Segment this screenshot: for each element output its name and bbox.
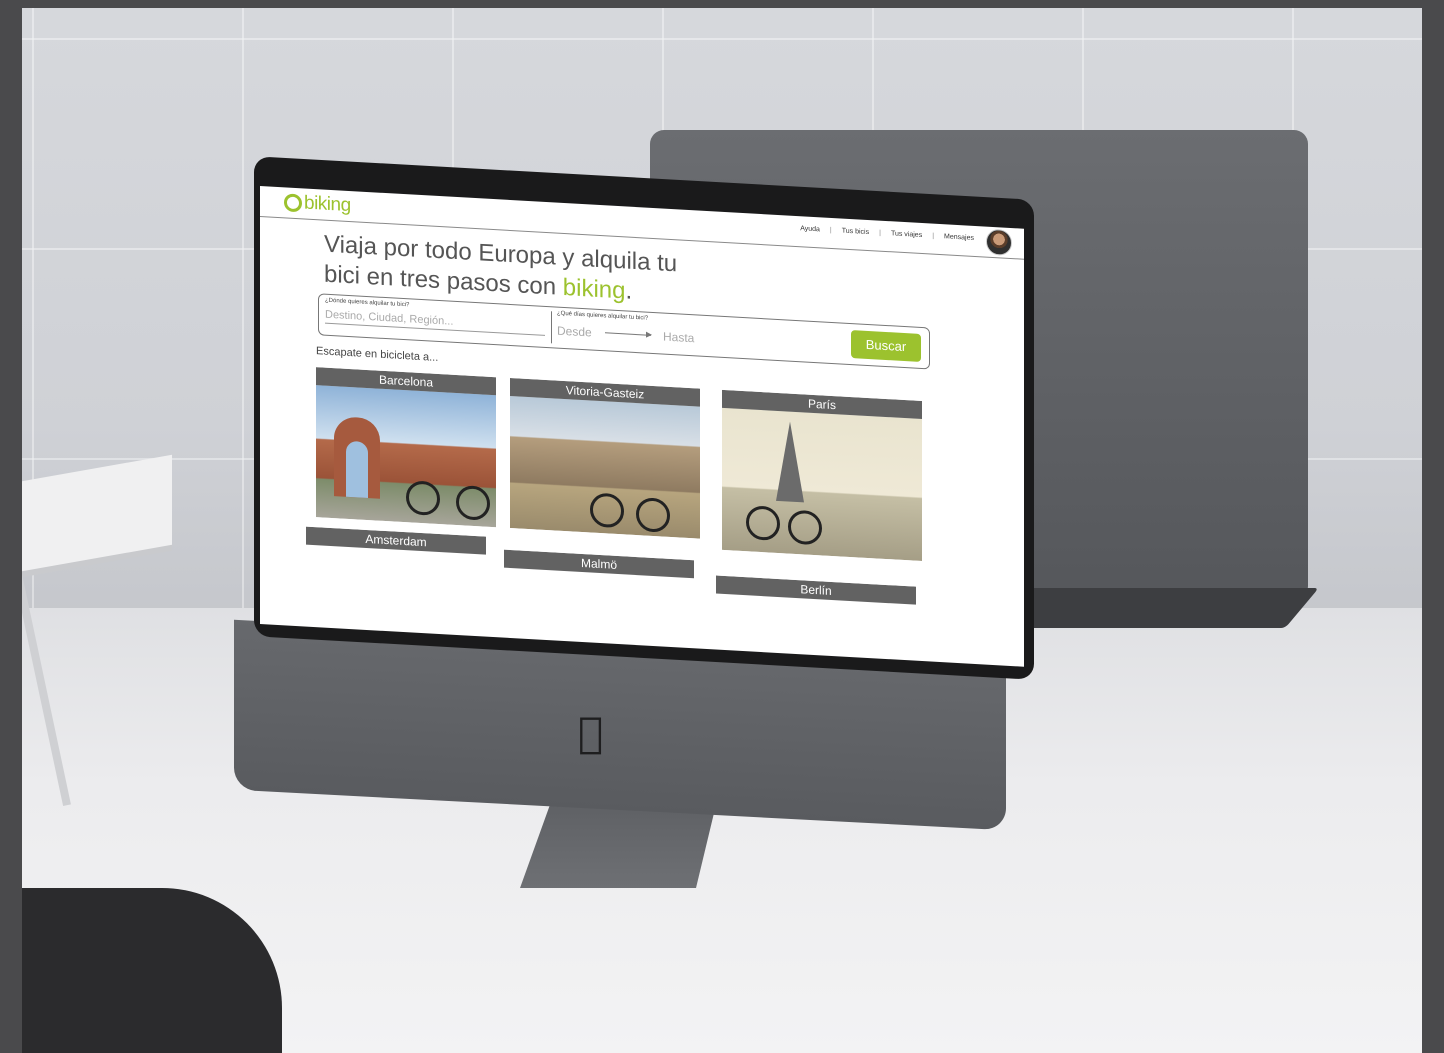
destination-card-vitoria[interactable]: Vitoria-Gasteiz [510, 377, 700, 539]
where-label: ¿Dónde quieres alquilar tu bici? [325, 297, 410, 309]
vitoria-image [510, 395, 700, 539]
destination-card-amsterdam[interactable]: Amsterdam [306, 526, 486, 567]
paris-image [722, 407, 922, 562]
to-date-input[interactable]: Hasta [663, 330, 694, 346]
nav-tus-bicis[interactable]: Tus bicis [842, 228, 869, 237]
search-button[interactable]: Buscar [851, 330, 921, 362]
apple-logo-icon:  [578, 708, 603, 757]
bicycle-wheel [590, 492, 624, 529]
destination-card-berlin[interactable]: Berlín [716, 575, 916, 616]
destination-card-paris[interactable]: París [722, 389, 922, 562]
card-title: Berlín [716, 575, 916, 605]
logo-icon [284, 193, 302, 213]
bicycle-wheel [406, 480, 440, 517]
nav-separator: | [932, 232, 935, 240]
nav-separator: | [829, 226, 832, 234]
card-title: Amsterdam [306, 526, 486, 555]
bicycle-wheel [456, 484, 490, 521]
bicycle-wheel [636, 497, 670, 533]
dates-label: ¿Qué días quieres alquilar tu bici? [557, 310, 649, 322]
bicycle-wheel [746, 505, 780, 542]
arrow-right-icon [605, 332, 651, 336]
destination-input[interactable]: Destino, Ciudad, Región... [325, 308, 545, 336]
imac-screen: biking Ayuda | Tus bicis | Tus viajes | … [260, 186, 1024, 667]
barcelona-image [316, 385, 496, 528]
nav-separator: | [879, 229, 881, 237]
destination-card-barcelona[interactable]: Barcelona [316, 367, 496, 528]
top-nav: Ayuda | Tus bicis | Tus viajes | Mensaje… [800, 225, 974, 242]
section-title: Escapate en bicicleta a... [316, 345, 439, 364]
eiffel-tower [776, 420, 804, 503]
hero-brand: biking [562, 273, 626, 305]
destination-card-malmo[interactable]: Malmö [504, 549, 694, 591]
search-divider [551, 311, 552, 344]
background-keyboard [995, 588, 1319, 628]
biking-logo[interactable]: biking [284, 191, 351, 217]
user-avatar[interactable] [986, 228, 1012, 257]
nav-mensajes[interactable]: Mensajes [944, 233, 974, 242]
from-date-input[interactable]: Desde [557, 324, 592, 340]
arc-de-triomf [334, 416, 380, 499]
nav-ayuda[interactable]: Ayuda [800, 225, 820, 233]
nav-tus-viajes[interactable]: Tus viajes [891, 230, 922, 239]
card-title: Malmö [504, 549, 694, 579]
hero-period: . [625, 277, 633, 305]
scene:  biking Ayuda | Tus bicis | Tus viajes … [22, 8, 1422, 1053]
logo-text: biking [304, 192, 351, 217]
bicycle-wheel [788, 509, 822, 546]
